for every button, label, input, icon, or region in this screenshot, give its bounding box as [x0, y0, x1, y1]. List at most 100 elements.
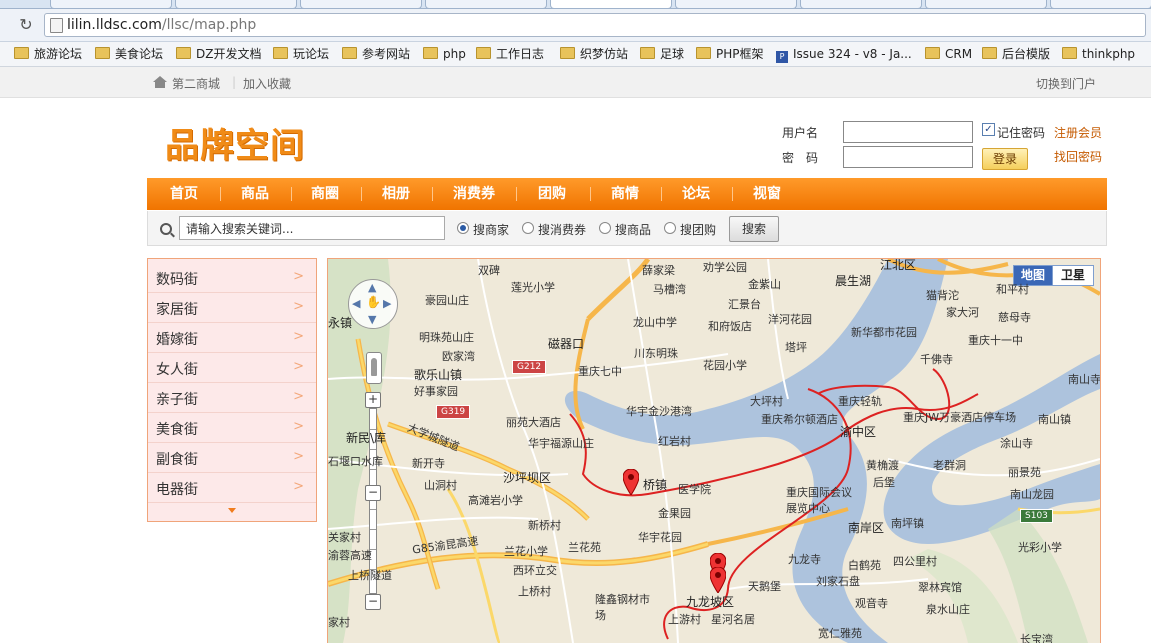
nav-market-info[interactable]: 商情	[611, 178, 639, 210]
add-favorite-link[interactable]: 加入收藏	[243, 75, 291, 92]
bookmark-folder[interactable]: thinkphp	[1062, 46, 1135, 62]
category-item[interactable]: 婚嫁街 >	[148, 322, 316, 353]
remember-checkbox[interactable]: ✓	[982, 123, 995, 136]
category-item[interactable]: 美食街 >	[148, 412, 316, 443]
chevron-right-icon: >	[293, 329, 304, 344]
category-item[interactable]: 副食街 >	[148, 442, 316, 473]
category-item[interactable]: 数码街 >	[148, 262, 316, 293]
bookmark-folder[interactable]: 后台模版	[982, 46, 1050, 62]
folder-icon	[176, 47, 191, 59]
map-label: 长宝湾	[1020, 633, 1053, 643]
map-label: 龙山中学	[633, 316, 677, 329]
category-item[interactable]: 女人街 >	[148, 352, 316, 383]
map-label: 光彩小学	[1018, 541, 1062, 554]
bookmark-link[interactable]: P Issue 324 - v8 - Ja...	[776, 46, 912, 63]
divider	[661, 187, 662, 201]
category-item[interactable]: 家居街 >	[148, 292, 316, 323]
address-bar: ↻ lilin.lldsc.com/llsc/map.php	[0, 9, 1151, 42]
category-item[interactable]: 电器街 >	[148, 472, 316, 503]
site-top-strip: 第二商城 | 加入收藏 切换到门户	[0, 67, 1151, 98]
username-input[interactable]	[843, 121, 973, 143]
bookmark-folder[interactable]: 参考网站	[342, 46, 410, 62]
browser-tab[interactable]	[675, 0, 797, 9]
pan-up-icon[interactable]: ▲	[368, 282, 376, 293]
bookmark-folder[interactable]: php	[423, 46, 466, 62]
map-label: 四公里村	[893, 555, 937, 568]
bookmark-folder[interactable]: PHP框架	[696, 46, 764, 62]
map-label: 上游村	[668, 613, 701, 626]
radio-label: 搜商品	[615, 223, 652, 237]
bookmark-folder[interactable]: 工作日志	[476, 46, 544, 62]
nav-group-buy[interactable]: 团购	[538, 178, 566, 210]
bookmark-folder[interactable]: 织梦仿站	[560, 46, 628, 62]
browser-tab[interactable]	[175, 0, 297, 9]
pan-left-icon[interactable]: ◀	[352, 298, 360, 309]
nav-business-circle[interactable]: 商圈	[311, 178, 339, 210]
browser-tab[interactable]	[1050, 0, 1151, 9]
map-type-satellite-button[interactable]: 卫星	[1052, 265, 1094, 286]
browser-tab[interactable]	[800, 0, 922, 9]
map-label: 翠林宾馆	[918, 581, 962, 594]
radio-search-groupbuy[interactable]	[664, 222, 676, 234]
map-pan-control[interactable]: ▲ ◀ ▶ ▼ ✋	[348, 279, 398, 329]
radio-search-merchant[interactable]	[457, 222, 469, 234]
site-logo[interactable]: 品牌空间	[165, 118, 305, 167]
map-canvas[interactable]: ▲ ◀ ▶ ▼ ✋ + − − 地图 卫星 G212 G319 S103 双碑 …	[327, 258, 1101, 643]
map-label: 重庆七中	[578, 365, 622, 378]
radio-search-product[interactable]	[599, 222, 611, 234]
bookmark-folder[interactable]: 旅游论坛	[14, 46, 82, 62]
switch-portal-link[interactable]: 切换到门户	[1036, 75, 1096, 92]
map-label: 后堡	[873, 476, 895, 489]
login-button[interactable]: 登录	[982, 148, 1028, 170]
browser-tab[interactable]	[300, 0, 422, 9]
browser-tab-active[interactable]	[550, 0, 672, 9]
map-label: 天鹅堡	[748, 580, 781, 593]
bookmark-folder[interactable]: CRM	[925, 46, 972, 62]
zoom-out-button[interactable]: −	[365, 594, 381, 610]
url-field[interactable]: lilin.lldsc.com/llsc/map.php	[44, 13, 1146, 37]
map-label: 华宇金沙港湾	[626, 405, 692, 418]
street-view-pegman-icon[interactable]	[366, 352, 382, 384]
category-item[interactable]: 亲子街 >	[148, 382, 316, 413]
scroll-down-icon[interactable]	[228, 508, 236, 513]
map-label: 明珠苑山庄	[419, 331, 474, 344]
map-label: 晨生湖	[835, 274, 872, 288]
map-marker-icon[interactable]	[623, 469, 639, 495]
map-marker-icon[interactable]	[710, 567, 726, 593]
reload-icon[interactable]: ↻	[16, 15, 36, 35]
bookmark-folder[interactable]: 美食论坛	[95, 46, 163, 62]
map-label: 南山龙园	[1010, 488, 1054, 501]
nav-products[interactable]: 商品	[241, 178, 269, 210]
map-label: 金果园	[658, 507, 691, 520]
map-label: 塔坪	[785, 341, 807, 354]
map-label: 九龙寺	[788, 553, 821, 566]
bookmark-folder[interactable]: 足球	[640, 46, 684, 62]
browser-tab[interactable]	[425, 0, 547, 9]
radio-search-coupon[interactable]	[522, 222, 534, 234]
home-link[interactable]: 第二商城	[172, 75, 220, 92]
zoom-slider-handle[interactable]: −	[365, 485, 381, 501]
nav-album[interactable]: 相册	[382, 178, 410, 210]
zoom-in-button[interactable]: +	[365, 392, 381, 408]
folder-icon	[640, 47, 655, 59]
chevron-right-icon: >	[293, 419, 304, 434]
bookmark-folder[interactable]: 玩论坛	[273, 46, 329, 62]
password-input[interactable]	[843, 146, 973, 168]
nav-coupons[interactable]: 消费券	[453, 178, 495, 210]
register-link[interactable]: 注册会员	[1054, 124, 1102, 141]
nav-forum[interactable]: 论坛	[682, 178, 710, 210]
map-label: 洋河花园	[768, 313, 812, 326]
map-label: 莲光小学	[511, 281, 555, 294]
map-label: 汇景台	[728, 298, 761, 311]
search-input[interactable]: 请输入搜索关键词...	[179, 216, 445, 240]
nav-window[interactable]: 视窗	[753, 178, 781, 210]
pan-down-icon[interactable]: ▼	[368, 314, 376, 325]
nav-home[interactable]: 首页	[170, 178, 198, 210]
search-button[interactable]: 搜索	[729, 216, 779, 242]
browser-tab[interactable]	[925, 0, 1047, 9]
map-label: 猫背沱	[926, 289, 959, 302]
pan-right-icon[interactable]: ▶	[383, 298, 391, 309]
forgot-password-link[interactable]: 找回密码	[1054, 148, 1102, 165]
bookmark-folder[interactable]: DZ开发文档	[176, 46, 261, 62]
browser-tab[interactable]	[50, 0, 172, 9]
